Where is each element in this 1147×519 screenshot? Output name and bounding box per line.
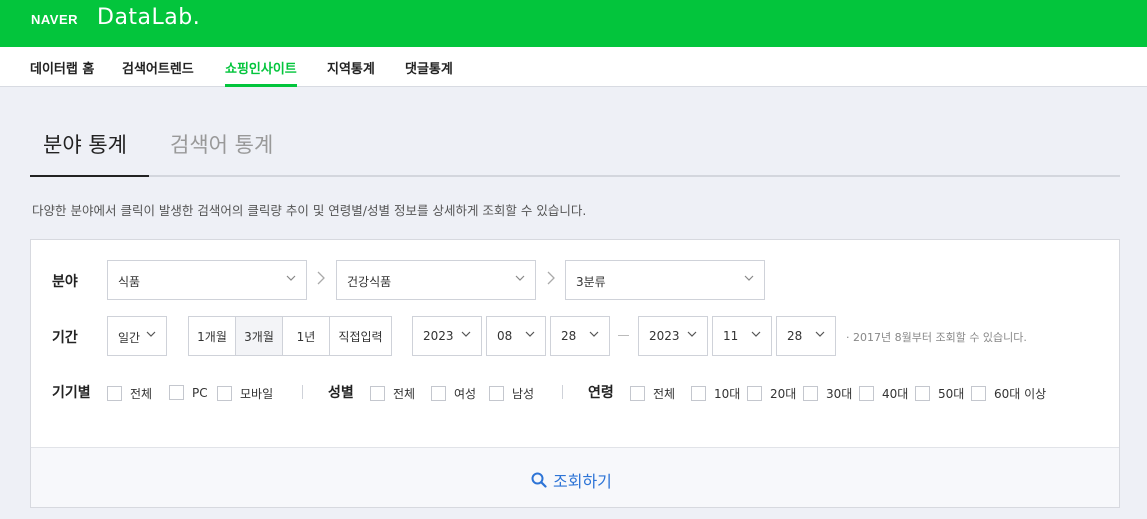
period-availability-note: · 2017년 8월부터 조회할 수 있습니다. [846, 331, 1027, 344]
chevron-down-icon [744, 275, 754, 281]
preset-custom-button[interactable]: 직접입력 [330, 317, 391, 355]
preset-1-year-button[interactable]: 1년 [283, 317, 330, 355]
chevron-down-icon [515, 275, 525, 281]
chevron-down-icon [687, 331, 697, 337]
chevron-down-icon [461, 331, 471, 337]
nav-item-search-trend[interactable]: 검색어트렌드 [122, 58, 194, 77]
age-30s-checkbox[interactable]: 30대 [803, 385, 852, 402]
gender-female-checkbox[interactable]: 여성 [431, 385, 476, 402]
start-month-select[interactable]: 08 [486, 316, 546, 356]
category-level1-select[interactable]: 식품 [107, 260, 307, 300]
device-mobile-checkbox[interactable]: 모바일 [217, 385, 273, 402]
chevron-down-icon [751, 331, 761, 337]
period-unit-select[interactable]: 일간 [107, 316, 167, 356]
period-unit-value: 일간 [118, 331, 141, 345]
device-label: 기기별 [52, 385, 91, 401]
panel-footer: 조회하기 [31, 447, 1119, 507]
chevron-right-icon [317, 271, 325, 285]
tab-category-stats[interactable]: 분야 통계 [43, 129, 127, 159]
nav-item-comment-stats[interactable]: 댓글통계 [405, 58, 453, 77]
nav-item-shopping-insight[interactable]: 쇼핑인사이트 [225, 58, 297, 77]
search-icon [531, 472, 547, 488]
age-40s-checkbox[interactable]: 40대 [859, 385, 908, 402]
tab-active-indicator [30, 175, 149, 177]
gender-label: 성별 [328, 385, 354, 401]
end-month-select[interactable]: 11 [712, 316, 772, 356]
category-level1-value: 식품 [118, 275, 141, 289]
preset-1-month-button[interactable]: 1개월 [189, 317, 236, 355]
chevron-down-icon [815, 331, 825, 337]
device-all-checkbox[interactable]: 전체 [107, 385, 152, 402]
chevron-down-icon [146, 331, 156, 337]
datalab-logo[interactable]: DataLab. [97, 5, 200, 30]
category-level3-value: 3분류 [576, 275, 606, 289]
chevron-right-icon [547, 271, 555, 285]
tab-keyword-stats[interactable]: 검색어 통계 [170, 129, 273, 159]
end-day-select[interactable]: 28 [776, 316, 836, 356]
preset-3-months-button[interactable]: 3개월 [236, 317, 283, 355]
category-level3-select[interactable]: 3분류 [565, 260, 765, 300]
top-brand-bar: NAVER DataLab. [0, 0, 1147, 47]
age-20s-checkbox[interactable]: 20대 [747, 385, 796, 402]
category-label: 분야 [52, 274, 78, 290]
submit-search-label: 조회하기 [553, 472, 612, 491]
filter-divider [302, 385, 303, 399]
naver-logo[interactable]: NAVER [31, 12, 78, 27]
gender-male-checkbox[interactable]: 남성 [489, 385, 534, 402]
start-day-value: 28 [561, 329, 577, 343]
chevron-down-icon [286, 275, 296, 281]
main-nav: 데이터랩 홈 검색어트렌드 쇼핑인사이트 지역통계 댓글통계 [0, 47, 1147, 87]
filter-divider [562, 385, 563, 399]
chevron-down-icon [525, 331, 535, 337]
tab-divider [30, 175, 1120, 177]
period-preset-group: 1개월 3개월 1년 직접입력 [188, 316, 392, 356]
age-all-checkbox[interactable]: 전체 [630, 385, 675, 402]
end-year-value: 2023 [649, 329, 680, 343]
submit-search-button[interactable]: 조회하기 [531, 468, 612, 492]
start-day-select[interactable]: 28 [550, 316, 610, 356]
chevron-down-icon [589, 331, 599, 337]
age-label: 연령 [588, 385, 614, 401]
category-level2-value: 건강식품 [347, 275, 392, 289]
end-day-value: 28 [787, 329, 803, 343]
end-year-select[interactable]: 2023 [638, 316, 708, 356]
nav-active-indicator [225, 84, 297, 87]
device-pc-checkbox[interactable]: PC [169, 385, 208, 400]
age-50s-checkbox[interactable]: 50대 [915, 385, 964, 402]
gender-all-checkbox[interactable]: 전체 [370, 385, 415, 402]
filter-panel: 분야 식품 건강식품 3분류 기간 일간 1개월 3개월 1년 직접입력 202… [30, 239, 1120, 508]
nav-item-regional-stats[interactable]: 지역통계 [327, 58, 375, 77]
category-level2-select[interactable]: 건강식품 [336, 260, 536, 300]
age-10s-checkbox[interactable]: 10대 [691, 385, 740, 402]
start-year-select[interactable]: 2023 [412, 316, 482, 356]
period-label: 기간 [52, 330, 78, 346]
end-month-value: 11 [723, 329, 739, 343]
age-60s-plus-checkbox[interactable]: 60대 이상 [971, 385, 1046, 402]
date-range-dash [618, 335, 629, 336]
page-description: 다양한 분야에서 클릭이 발생한 검색어의 클릭량 추이 및 연령별/성별 정보… [32, 203, 587, 218]
start-month-value: 08 [497, 329, 513, 343]
start-year-value: 2023 [423, 329, 454, 343]
nav-item-datalab-home[interactable]: 데이터랩 홈 [30, 58, 94, 77]
